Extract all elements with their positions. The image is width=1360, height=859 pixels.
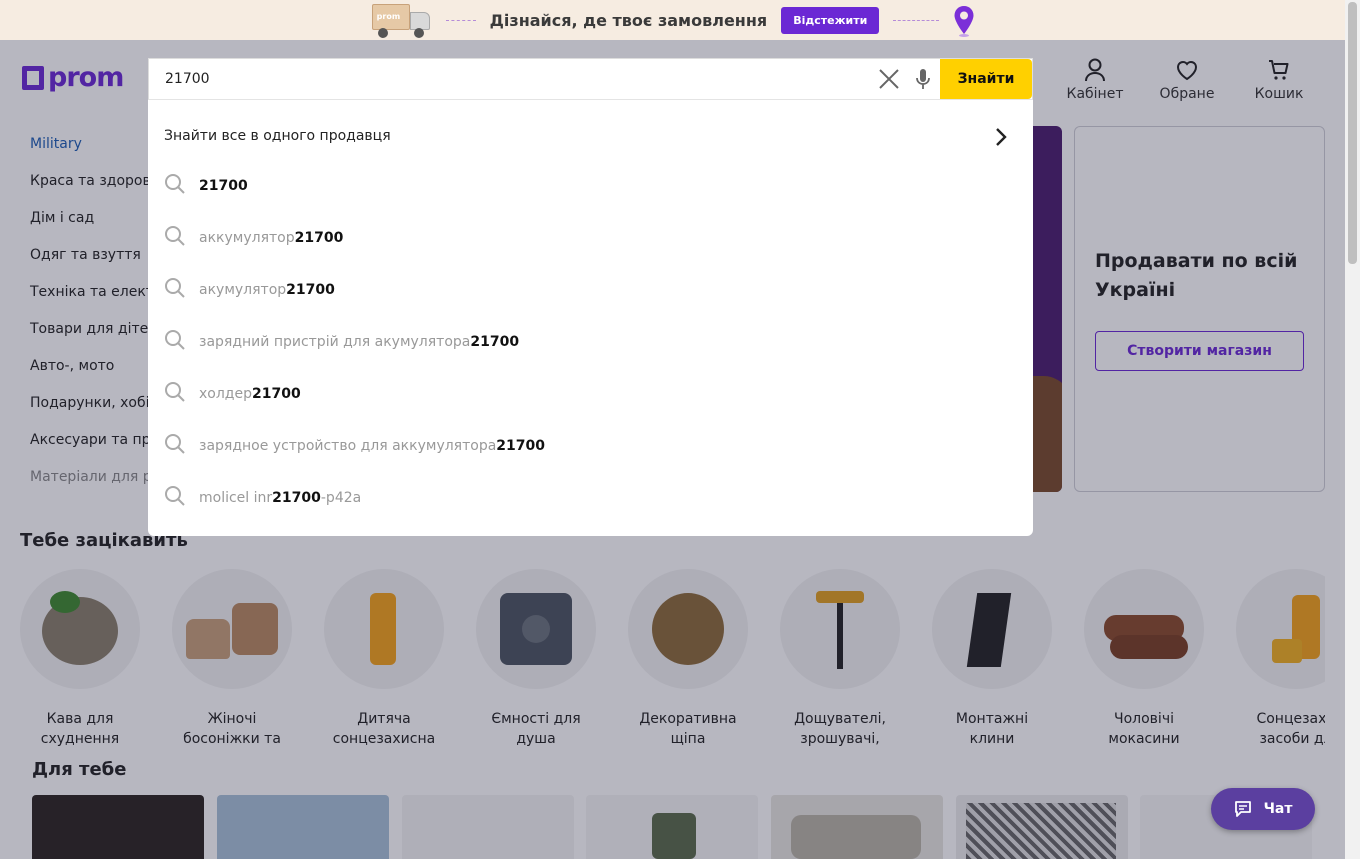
suggestion-item[interactable]: аккумулятор 21700 <box>164 223 1019 253</box>
suggestion-item[interactable]: 21700 <box>164 171 1019 201</box>
search-icon <box>165 382 185 402</box>
suggestion-item[interactable]: акумулятор 21700 <box>164 275 1019 305</box>
suggestion-item[interactable]: molicel inr 21700 -p42a <box>164 483 1019 513</box>
search-icon <box>165 278 185 298</box>
close-icon <box>879 69 899 89</box>
chat-button[interactable]: Чат <box>1211 788 1315 830</box>
track-order-button[interactable]: Відстежити <box>781 6 880 34</box>
voice-search-button[interactable] <box>906 59 940 99</box>
search-suggestions: Знайти все в одного продавця 21700 аккум… <box>148 100 1033 536</box>
search-icon <box>165 434 185 454</box>
search-icon <box>165 486 185 506</box>
search-bar: Знайти <box>148 58 1033 100</box>
page-scrollbar[interactable] <box>1345 0 1360 859</box>
banner-text: Дізнайся, де твоє замовлення <box>489 10 768 30</box>
microphone-icon <box>916 69 930 89</box>
scrollbar-thumb[interactable] <box>1348 2 1357 264</box>
chevron-right-icon <box>996 128 1007 146</box>
search-icon <box>165 174 185 194</box>
search-icon <box>165 330 185 350</box>
chat-icon <box>1234 801 1251 817</box>
clear-search-button[interactable] <box>872 59 906 99</box>
search-icon <box>165 226 185 246</box>
suggestion-item[interactable]: зарядное устройство для аккумулятора 217… <box>164 431 1019 461</box>
delivery-banner: prom Дізнайся, де твоє замовлення Відсте… <box>0 0 1345 40</box>
find-in-one-seller-link[interactable]: Знайти все в одного продавця <box>164 128 1019 148</box>
search-input[interactable] <box>149 59 872 99</box>
search-submit-button[interactable]: Знайти <box>940 59 1032 99</box>
truck-icon: prom <box>370 2 432 38</box>
suggestion-item[interactable]: холдер 21700 <box>164 379 1019 409</box>
suggestion-item[interactable]: зарядний пристрій для акумулятора 21700 <box>164 327 1019 357</box>
location-pin-icon <box>953 5 975 37</box>
